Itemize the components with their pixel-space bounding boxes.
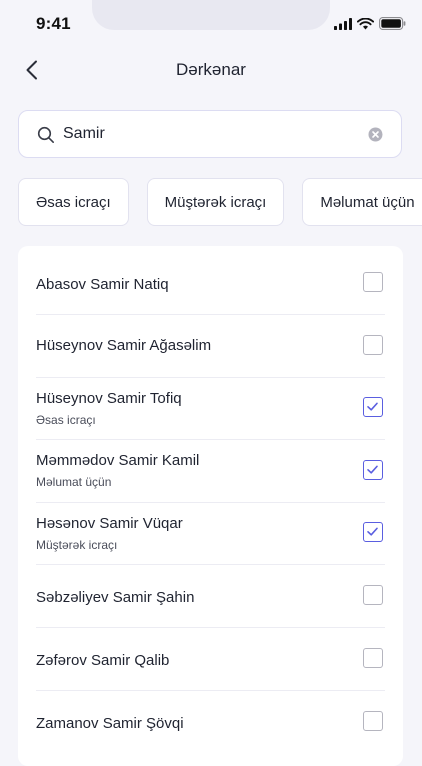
page-title: Dərkənar [176, 60, 246, 79]
person-name: Abasov Samir Natiq [36, 276, 169, 293]
checkbox-icon[interactable] [363, 648, 383, 668]
search-box[interactable] [18, 110, 402, 158]
signal-icon [334, 17, 352, 30]
clear-icon[interactable] [368, 127, 383, 142]
list-item[interactable]: Hüseynov Samir Ağasəlim [36, 315, 385, 378]
list-item[interactable]: Zamanov Samir Şövqi [36, 691, 385, 753]
checkmark-icon [367, 465, 378, 474]
people-list: Abasov Samir Natiq Hüseynov Samir Ağasəl… [18, 246, 403, 766]
checkmark-icon [367, 527, 378, 536]
status-icons [334, 17, 406, 30]
list-item[interactable]: Zəfərov Samir Qalib [36, 628, 385, 691]
checkbox-icon[interactable] [363, 335, 383, 355]
person-name: Zamanov Samir Şövqi [36, 715, 184, 732]
status-bar: 9:41 [0, 0, 422, 46]
checkbox-icon[interactable] [363, 272, 383, 292]
chip-melumat-ucun[interactable]: Məlumat üçün [302, 178, 422, 226]
checkmark-icon [367, 402, 378, 411]
chip-musterek-icraci[interactable]: Müştərək icraçı [146, 178, 285, 226]
list-item[interactable]: Məmmədov Samir Kamil Məlumat üçün [36, 440, 385, 503]
list-item[interactable]: Hüseynov Samir Tofiq Əsas icraçı [36, 377, 385, 440]
checkbox-icon[interactable] [363, 522, 383, 542]
chip-esas-icraci[interactable]: Əsas icraçı [18, 178, 129, 226]
list-item[interactable]: Həsənov Samir Vüqar Müştərək icraçı [36, 502, 385, 565]
person-role: Əsas icraçı [36, 413, 96, 427]
person-name: Hüseynov Samir Tofiq [36, 390, 182, 407]
search-input[interactable] [63, 121, 363, 147]
wifi-icon [357, 17, 374, 29]
person-name: Hüseynov Samir Ağasəlim [36, 337, 212, 354]
person-name: Həsənov Samir Vüqar [36, 515, 183, 532]
person-role: Müştərək icraçı [36, 538, 118, 552]
person-name: Səbzəliyev Samir Şahin [36, 589, 195, 606]
status-time: 9:41 [36, 14, 71, 33]
role-filter-chips: Əsas icraçı Müştərək icraçı Məlumat üçün [18, 178, 422, 228]
checkbox-icon[interactable] [363, 397, 383, 417]
list-item[interactable]: Abasov Samir Natiq [36, 252, 385, 315]
battery-icon [379, 17, 406, 30]
person-name: Məmmədov Samir Kamil [36, 452, 200, 469]
checkbox-icon[interactable] [363, 460, 383, 480]
person-name: Zəfərov Samir Qalib [36, 652, 170, 669]
checkbox-icon[interactable] [363, 711, 383, 731]
list-item[interactable]: Səbzəliyev Samir Şahin [36, 565, 385, 628]
search-icon [37, 126, 54, 143]
person-role: Məlumat üçün [36, 475, 112, 489]
header: Dərkənar [0, 50, 422, 92]
checkbox-icon[interactable] [363, 585, 383, 605]
